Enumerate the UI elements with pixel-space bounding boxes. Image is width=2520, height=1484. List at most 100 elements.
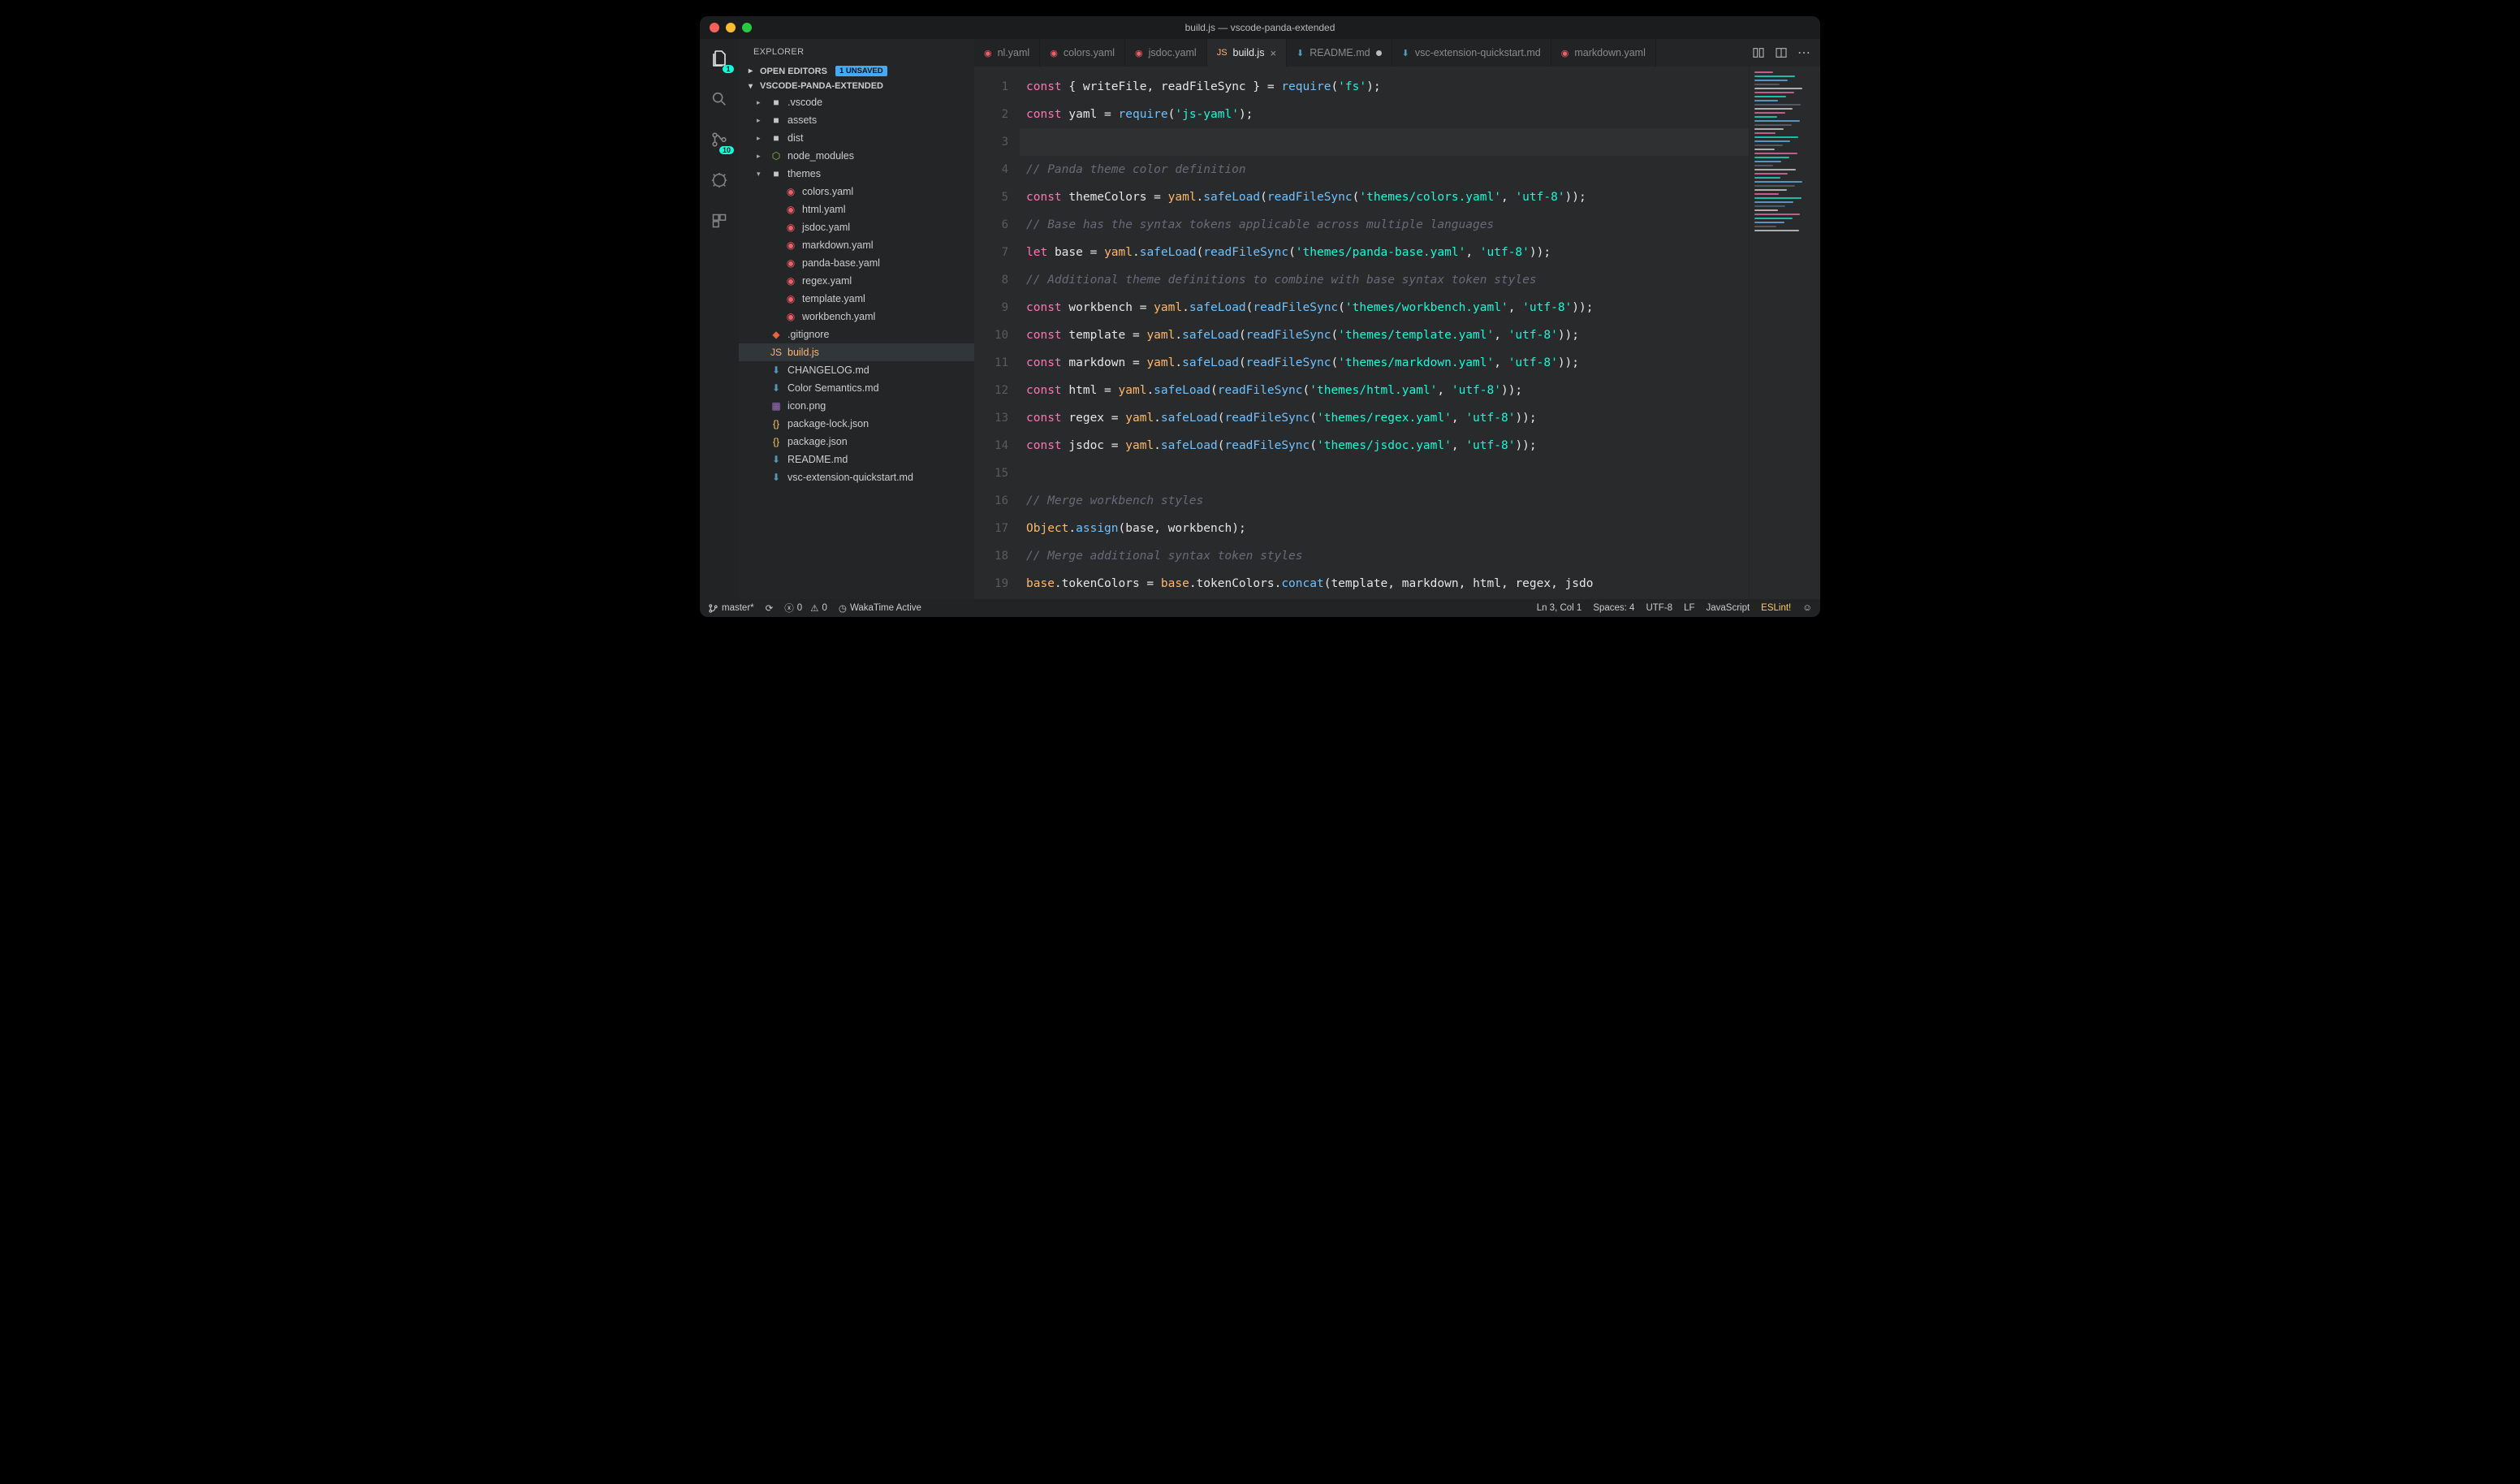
editor-tab[interactable]: ◉markdown.yaml (1551, 39, 1656, 67)
file-item[interactable]: ⬇README.md (739, 451, 974, 468)
open-editors-section[interactable]: ▸ OPEN EDITORS 1 UNSAVED (739, 63, 974, 79)
editor-area: ◉nl.yaml◉colors.yaml◉jsdoc.yamlJSbuild.j… (974, 39, 1820, 599)
close-window-button[interactable] (710, 23, 719, 32)
code-line[interactable]: const yaml = require('js-yaml'); (1020, 101, 1749, 128)
code-line[interactable]: const workbench = yaml.safeLoad(readFile… (1020, 294, 1749, 321)
split-editor-icon[interactable] (1775, 46, 1788, 59)
activity-explorer[interactable]: 1 (706, 45, 732, 71)
status-eslint[interactable]: ESLint! (1761, 603, 1791, 613)
close-tab-icon[interactable]: × (1270, 47, 1276, 59)
folder-item[interactable]: ▾■themes (739, 165, 974, 183)
app-window: build.js — vscode-panda-extended 1 10 E (700, 16, 1820, 617)
code-line[interactable]: const regex = yaml.safeLoad(readFileSync… (1020, 404, 1749, 432)
file-item[interactable]: ⬇Color Semantics.md (739, 379, 974, 397)
code-line[interactable]: const jsdoc = yaml.safeLoad(readFileSync… (1020, 432, 1749, 459)
file-name: package.json (788, 436, 848, 447)
file-name: icon.png (788, 400, 826, 412)
editor-tab[interactable]: ⬇vsc-extension-quickstart.md (1392, 39, 1551, 67)
activity-bar: 1 10 (700, 39, 739, 599)
maximize-window-button[interactable] (742, 23, 752, 32)
sidebar: EXPLORER ▸ OPEN EDITORS 1 UNSAVED ▾ VSCO… (739, 39, 974, 599)
code-line[interactable]: // Base has the syntax tokens applicable… (1020, 211, 1749, 239)
status-spaces[interactable]: Spaces: 4 (1593, 603, 1634, 613)
file-item[interactable]: {}package-lock.json (739, 415, 974, 433)
code-line[interactable]: let base = yaml.safeLoad(readFileSync('t… (1020, 239, 1749, 266)
code-line[interactable]: const themeColors = yaml.safeLoad(readFi… (1020, 183, 1749, 211)
folder-item[interactable]: ▸■assets (739, 111, 974, 129)
json-file-icon: {} (770, 436, 783, 447)
file-item[interactable]: ◉workbench.yaml (739, 308, 974, 326)
status-encoding[interactable]: UTF-8 (1646, 603, 1672, 613)
code-content[interactable]: const { writeFile, readFileSync } = requ… (1020, 67, 1749, 599)
code-line[interactable]: const { writeFile, readFileSync } = requ… (1020, 73, 1749, 101)
file-name: workbench.yaml (802, 311, 875, 322)
y-file-icon: ◉ (1561, 48, 1569, 58)
file-item[interactable]: ◉html.yaml (739, 201, 974, 218)
file-item[interactable]: {} package.json (739, 433, 974, 451)
file-item[interactable]: ◆.gitignore (739, 326, 974, 343)
project-section[interactable]: ▾ VSCODE-PANDA-EXTENDED (739, 79, 974, 93)
code-line[interactable] (1020, 459, 1749, 487)
activity-debug[interactable] (706, 167, 732, 193)
file-item[interactable]: ⬇vsc-extension-quickstart.md (739, 468, 974, 486)
code-line[interactable] (1020, 128, 1749, 156)
chevron-down-icon: ▾ (749, 82, 757, 91)
project-name: VSCODE-PANDA-EXTENDED (760, 81, 883, 91)
file-item[interactable]: ◉panda-base.yaml (739, 254, 974, 272)
code-line[interactable]: Object.assign(base, workbench); (1020, 515, 1749, 542)
activity-scm[interactable]: 10 (706, 127, 732, 153)
folder-item[interactable]: ▸■dist (739, 129, 974, 147)
editor-tab[interactable]: ◉nl.yaml (974, 39, 1040, 67)
y-file-icon: ◉ (784, 275, 797, 287)
code-line[interactable]: const markdown = yaml.safeLoad(readFileS… (1020, 349, 1749, 377)
y-file-icon: ◉ (784, 293, 797, 304)
editor-tab[interactable]: ◉jsdoc.yaml (1125, 39, 1207, 67)
editor-tab[interactable]: JSbuild.js× (1207, 39, 1287, 67)
editor-tab[interactable]: ◉colors.yaml (1040, 39, 1125, 67)
minimap[interactable] (1749, 67, 1820, 599)
folder-item[interactable]: ▸■.vscode (739, 93, 974, 111)
code-line[interactable]: const template = yaml.safeLoad(readFileS… (1020, 321, 1749, 349)
file-tree[interactable]: ▸■.vscode▸■assets▸■dist▸⬡node_modules▾■t… (739, 93, 974, 599)
file-name: html.yaml (802, 204, 845, 215)
status-wakatime[interactable]: ◷ WakaTime Active (839, 602, 921, 614)
status-problems[interactable]: ⓧ0 ⚠0 (784, 602, 827, 615)
compare-changes-icon[interactable] (1752, 46, 1765, 59)
titlebar: build.js — vscode-panda-extended (700, 16, 1820, 39)
code-line[interactable]: // Merge workbench styles (1020, 487, 1749, 515)
activity-extensions[interactable] (706, 208, 732, 234)
tab-actions: ⋯ (1742, 39, 1820, 67)
code-line[interactable]: // Panda theme color definition (1020, 156, 1749, 183)
file-item[interactable]: ▦icon.png (739, 397, 974, 415)
status-bar: master* ⟳ ⓧ0 ⚠0 ◷ WakaTime Active Ln 3, … (700, 599, 1820, 617)
status-feedback[interactable]: ☺ (1802, 603, 1812, 613)
file-item[interactable]: ◉colors.yaml (739, 183, 974, 201)
status-cursor[interactable]: Ln 3, Col 1 (1537, 603, 1582, 613)
minimize-window-button[interactable] (726, 23, 736, 32)
file-item[interactable]: ⬇CHANGELOG.md (739, 361, 974, 379)
status-branch[interactable]: master* (708, 603, 754, 614)
file-item[interactable]: JSbuild.js (739, 343, 974, 361)
file-item[interactable]: ◉jsdoc.yaml (739, 218, 974, 236)
chevron-right-icon: ▸ (749, 67, 757, 75)
activity-search[interactable] (706, 86, 732, 112)
tab-label: colors.yaml (1064, 47, 1115, 58)
code-line[interactable]: // Additional theme definitions to combi… (1020, 266, 1749, 294)
code-line[interactable]: const html = yaml.safeLoad(readFileSync(… (1020, 377, 1749, 404)
status-eol[interactable]: LF (1684, 603, 1694, 613)
folder-file-icon: ■ (770, 132, 783, 144)
more-actions-icon[interactable]: ⋯ (1797, 45, 1810, 61)
status-language[interactable]: JavaScript (1706, 603, 1750, 613)
status-sync[interactable]: ⟳ (766, 602, 774, 614)
code-line[interactable]: base.tokenColors = base.tokenColors.conc… (1020, 570, 1749, 597)
file-item[interactable]: ◉markdown.yaml (739, 236, 974, 254)
editor-body[interactable]: 12345678910111213141516171819 const { wr… (974, 67, 1820, 599)
file-item[interactable]: ◉template.yaml (739, 290, 974, 308)
editor-tab[interactable]: ⬇README.md (1287, 39, 1392, 67)
file-item[interactable]: ◉regex.yaml (739, 272, 974, 290)
file-name: panda-base.yaml (802, 257, 880, 269)
json-file-icon: {} (770, 418, 783, 429)
code-line[interactable]: // Merge additional syntax token styles (1020, 542, 1749, 570)
y-file-icon: ◉ (784, 222, 797, 233)
folder-item[interactable]: ▸⬡node_modules (739, 147, 974, 165)
